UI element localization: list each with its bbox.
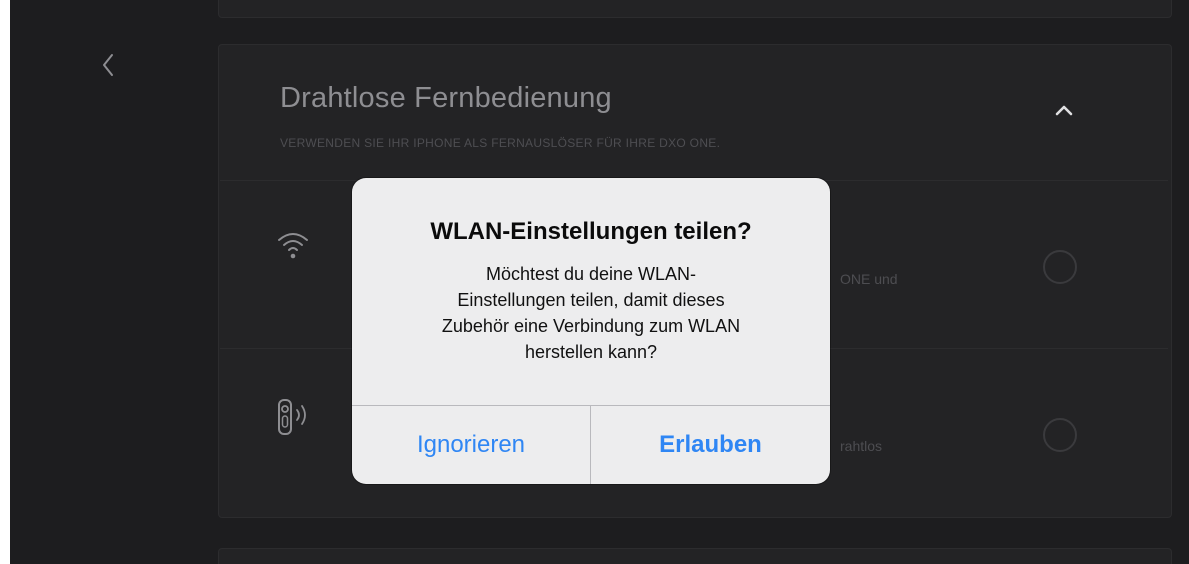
remote-option-radio[interactable]: [1043, 418, 1077, 452]
allow-button[interactable]: Erlauben: [591, 406, 830, 484]
dialog-title: WLAN-Einstellungen teilen?: [430, 218, 752, 245]
chevron-up-icon: [1055, 105, 1073, 116]
back-button[interactable]: [88, 48, 128, 82]
dialog-message: Möchtest du deine WLAN- Einstellungen te…: [441, 264, 741, 362]
next-section-panel: [218, 548, 1172, 564]
section-subtitle: VERWENDEN SIE IHR IPHONE ALS FERNAUSLÖSE…: [280, 136, 721, 150]
wlan-share-dialog: WLAN-Einstellungen teilen? Möchtest du d…: [352, 178, 830, 484]
chevron-left-icon: [103, 54, 113, 76]
wifi-option-text: ONE und: [840, 271, 898, 287]
remote-option-text: rahtlos: [840, 438, 883, 454]
ignore-button[interactable]: Ignorieren: [352, 406, 590, 484]
previous-section-panel: [218, 0, 1172, 18]
wifi-icon: [275, 226, 311, 267]
section-title: Drahtlose Fernbedienung: [280, 82, 612, 114]
wifi-option-radio[interactable]: [1043, 250, 1077, 284]
remote-icon: [276, 396, 322, 445]
collapse-button[interactable]: [1050, 98, 1078, 122]
